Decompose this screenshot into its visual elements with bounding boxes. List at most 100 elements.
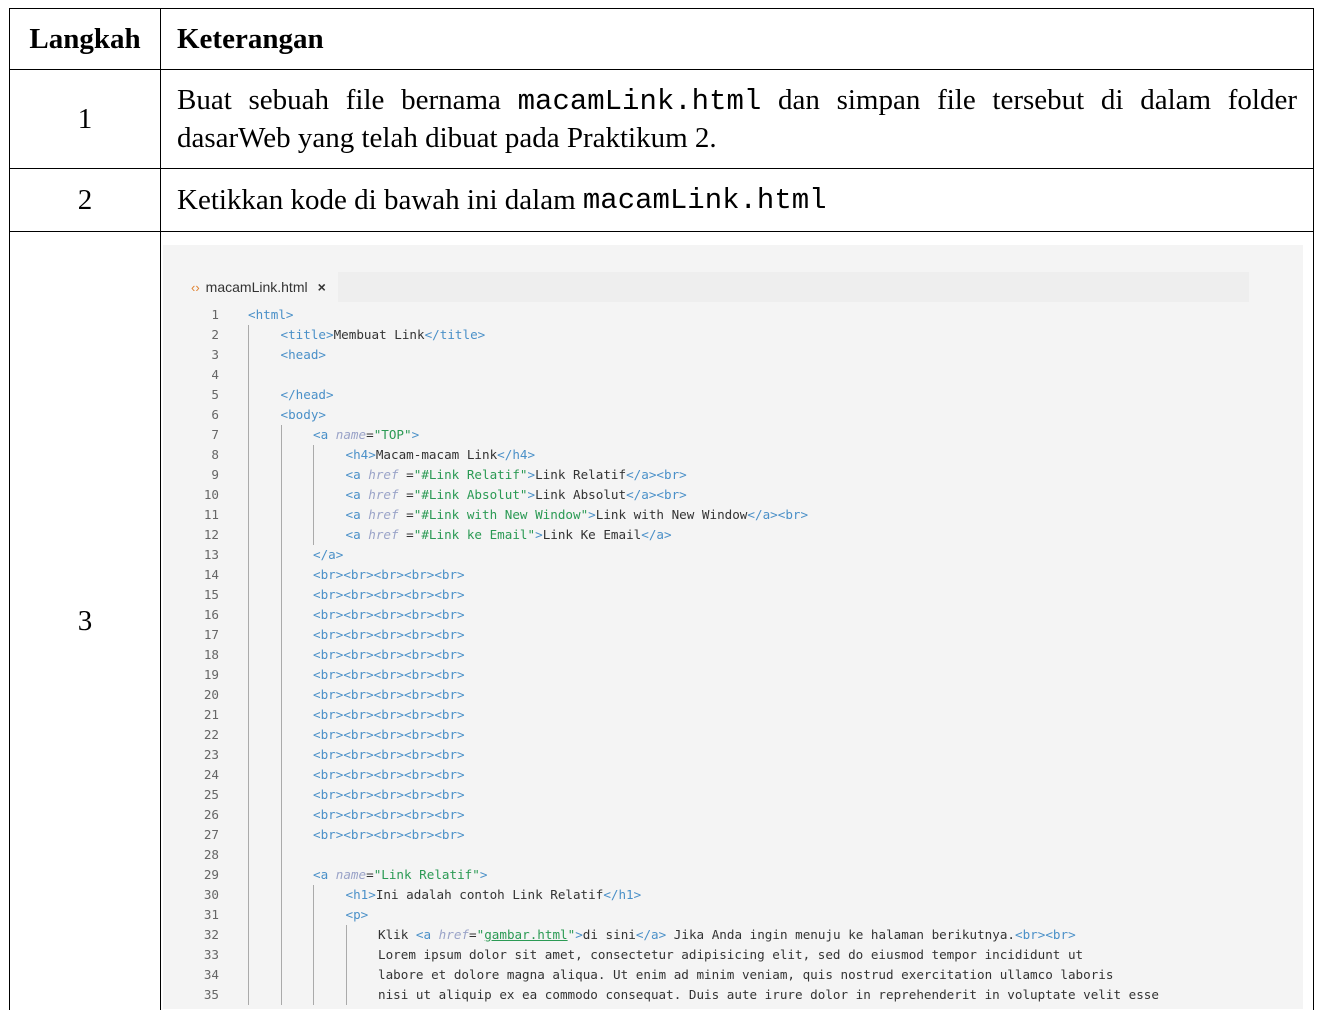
indent-guide (313, 445, 314, 465)
step-number: 1 (10, 70, 161, 168)
code-token: Macam-macam Link (375, 447, 498, 462)
indent-guide (248, 805, 249, 825)
code-text: <html> (248, 305, 294, 325)
indent-guide (248, 985, 249, 1005)
code-line: 5 </head> (163, 385, 1303, 405)
indent-guide (248, 825, 249, 845)
code-token: <title> (280, 327, 334, 342)
code-text: <a href ="#Link Relatif">Link Relatif</a… (346, 465, 687, 485)
line-number: 29 (203, 867, 219, 882)
code-token: Link Absolut (535, 487, 627, 502)
code-token: > (479, 867, 488, 882)
code-token: <br><br><br><br><br> (313, 767, 465, 782)
indent-guide (313, 525, 314, 545)
step-description: Ketikkan kode di bawah ini dalam macamLi… (161, 169, 1313, 231)
code-line: 32 Klik <a href="gambar.html">di sini</a>… (163, 925, 1303, 945)
code-token: <a (313, 427, 336, 442)
code-token: <h4> (345, 447, 376, 462)
indent-guide (280, 965, 282, 985)
code-token: <body> (280, 407, 327, 422)
code-token: Ini adalah contoh Link Relatif (375, 887, 604, 902)
table-row: 2 Ketikkan kode di bawah ini dalam macam… (10, 169, 1313, 232)
code-line: 31 <p> (163, 905, 1303, 925)
code-line: 18 <br><br><br><br><br> (163, 645, 1303, 665)
code-line: 2 <title>Membuat Link</title> (163, 325, 1303, 345)
indent-guide (248, 885, 249, 905)
code-token: "#Link Relatif" (413, 467, 528, 482)
table-header-row: Langkah Keterangan (10, 9, 1313, 70)
code-token: <a (415, 927, 439, 942)
indent-guide (280, 725, 282, 745)
step-text: Ketikkan kode di bawah ini dalam (177, 183, 576, 216)
code-area[interactable]: 1 <html> 2 <title>Membuat Link</title> 3 <hea… (163, 305, 1303, 1005)
code-token: <br><br><br><br><br> (313, 627, 465, 642)
code-text: <br><br><br><br><br> (313, 625, 465, 645)
line-number: 21 (203, 707, 219, 722)
line-number: 34 (203, 967, 219, 982)
code-token: <a (345, 467, 369, 482)
indent-guide (280, 765, 282, 785)
indent-guide (248, 645, 249, 665)
code-line: 23 <br><br><br><br><br> (163, 745, 1303, 765)
code-token: nisi ut aliquip ex ea commodo consequat.… (378, 987, 1159, 1002)
code-text: <br><br><br><br><br> (313, 765, 465, 785)
code-line: 12 <a href ="#Link ke Email">Link Ke Emai… (163, 525, 1303, 545)
indent-guide (313, 965, 314, 985)
code-token: > (535, 527, 543, 542)
code-editor-screenshot: ‹› macamLink.html × 1 <html> 2 <title>Membu… (163, 245, 1303, 1009)
indent-guide (280, 465, 282, 485)
code-text: <br><br><br><br><br> (313, 585, 465, 605)
line-number: 8 (211, 447, 219, 462)
code-line: 10 <a href ="#Link Absolut">Link Absolut<… (163, 485, 1303, 505)
code-token: </h1> (603, 887, 642, 902)
close-icon[interactable]: × (318, 279, 326, 295)
code-token: = (469, 927, 477, 942)
indent-guide (248, 685, 249, 705)
line-number: 5 (211, 387, 219, 402)
code-text: <br><br><br><br><br> (313, 725, 465, 745)
code-token: Klik (378, 927, 416, 942)
indent-guide (313, 505, 314, 525)
code-text: <br><br><br><br><br> (313, 705, 465, 725)
indent-guide (280, 625, 282, 645)
indent-guide (280, 545, 282, 565)
line-number: 30 (203, 887, 219, 902)
indent-guide (280, 845, 282, 865)
code-line: 8 <h4>Macam-macam Link</h4> (163, 445, 1303, 465)
indent-guide (248, 365, 249, 385)
step-description: Buat sebuah file bernama macamLink.html … (161, 70, 1313, 168)
indent-guide (313, 905, 314, 925)
code-token: <br><br><br><br><br> (313, 707, 465, 722)
line-number: 13 (203, 547, 219, 562)
indent-guide (313, 465, 314, 485)
indent-guide (280, 745, 282, 765)
indent-guide (248, 925, 249, 945)
line-number: 32 (203, 927, 219, 942)
code-token: <br><br><br><br><br> (313, 587, 465, 602)
indent-guide (280, 685, 282, 705)
indent-guide (313, 945, 314, 965)
code-token: = (398, 507, 414, 522)
code-text: <a name="TOP"> (313, 425, 419, 445)
code-token: </head> (280, 387, 334, 402)
code-text: </a> (313, 545, 343, 565)
editor-tab[interactable]: ‹› macamLink.html × (177, 272, 338, 302)
code-token: Link with New Window (595, 507, 748, 522)
code-text: Klik <a href="gambar.html">di sini</a> J… (378, 925, 1076, 945)
line-number: 20 (203, 687, 219, 702)
code-line: 7 <a name="TOP"> (163, 425, 1303, 445)
indent-guide (248, 565, 249, 585)
code-text: <p> (346, 905, 369, 925)
code-line: 4 (163, 365, 1303, 385)
code-line: 21 <br><br><br><br><br> (163, 705, 1303, 725)
filename: macamLink.html (582, 183, 827, 217)
code-token: <br><br><br><br><br> (313, 747, 465, 762)
indent-guide (248, 785, 249, 805)
code-token: "#Link with New Window" (413, 507, 589, 522)
indent-guide (248, 965, 249, 985)
code-line: 27 <br><br><br><br><br> (163, 825, 1303, 845)
indent-guide (248, 945, 249, 965)
indent-guide (345, 925, 347, 945)
code-token: <p> (345, 907, 369, 922)
code-token: Link Relatif (535, 467, 627, 482)
